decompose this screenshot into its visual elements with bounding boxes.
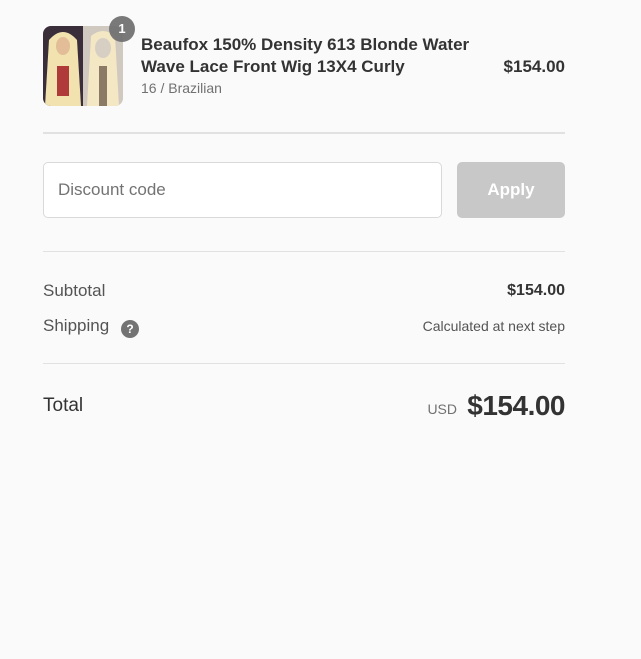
shipping-value: Calculated at next step (422, 318, 565, 334)
total-row: Total USD $154.00 (43, 364, 565, 444)
total-amount: $154.00 (467, 390, 565, 421)
product-thumbnail (43, 26, 123, 106)
discount-section: Apply (43, 134, 565, 252)
shipping-label: Shipping (43, 316, 110, 335)
quantity-badge: 1 (109, 16, 135, 42)
apply-button[interactable]: Apply (457, 162, 565, 218)
subtotal-value: $154.00 (507, 282, 565, 299)
product-line-item: 1 Beaufox 150% Density 613 Blonde Water … (43, 0, 565, 134)
subtotal-label: Subtotal (43, 281, 106, 300)
product-price: $154.00 (503, 57, 565, 76)
product-variant: 16 / Brazilian (141, 80, 222, 96)
order-summary: 1 Beaufox 150% Density 613 Blonde Water … (43, 0, 565, 444)
product-title: Beaufox 150% Density 613 Blonde Water Wa… (141, 35, 470, 76)
discount-code-input[interactable] (43, 162, 442, 218)
cost-lines: Subtotal $154.00 Shipping ? Calculated a… (43, 252, 565, 364)
total-label: Total (43, 395, 84, 416)
question-circle-icon[interactable]: ? (121, 320, 139, 338)
total-currency: USD (427, 401, 457, 417)
